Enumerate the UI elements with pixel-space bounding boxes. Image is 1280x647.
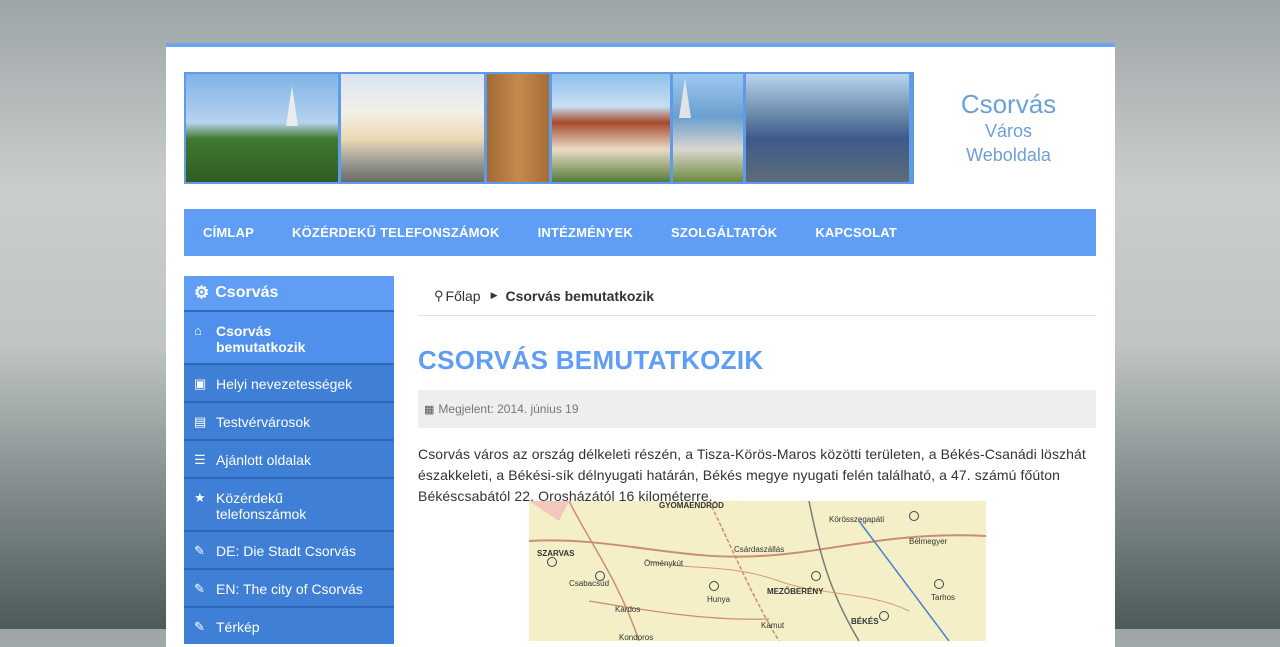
map-label: MEZŐBERÉNY <box>767 587 824 596</box>
caret-right-icon: ▶ <box>490 290 498 300</box>
map-label: Hunya <box>707 595 731 604</box>
site-title[interactable]: Csorvás Város Weboldala <box>926 89 1091 167</box>
sidebar-item-label: Közérdekű telefonszámok <box>216 490 307 522</box>
breadcrumb: ⚲ Főlap ▶ Csorvás bemutatkozik <box>418 276 1096 316</box>
pencil-icon: ✎ <box>194 581 205 596</box>
map-label: Örménykút <box>644 559 684 568</box>
list-icon: ☰ <box>194 452 206 467</box>
pavilion-photo <box>552 74 670 182</box>
map-label: GYOMAENDRŐD <box>659 501 724 510</box>
nav-item-cimlap[interactable]: CÍMLAP <box>184 225 273 240</box>
sidebar-item-label: Testvérvárosok <box>216 414 311 430</box>
sidebar-item-label: Helyi nevezetességek <box>216 376 353 392</box>
nav-item-providers[interactable]: SZOLGÁLTATÓK <box>652 225 796 240</box>
pencil-icon: ✎ <box>194 619 205 634</box>
region-map-image[interactable]: GYOMAENDRŐD Körösszegapáti SZARVAS Örmén… <box>529 501 986 641</box>
site-title-line3: Weboldala <box>966 145 1051 165</box>
map-label: Tarhos <box>931 593 956 602</box>
site-title-line1: Csorvás <box>960 89 1057 119</box>
parade-photo <box>746 74 909 182</box>
sidebar-item-bemutatkozik[interactable]: ⌂ Csorvás bemutatkozik <box>184 310 394 363</box>
town-hall-photo <box>341 74 484 182</box>
sidebar-heading: ⚙ Csorvás <box>184 276 394 310</box>
nav-item-phone-numbers[interactable]: KÖZÉRDEKŰ TELEFONSZÁMOK <box>273 225 519 240</box>
page-container: Csorvás Város Weboldala CÍMLAP KÖZÉRDEKŰ… <box>166 43 1115 647</box>
publish-info: ▦ Megjelent: 2014. június 19 <box>418 390 1096 428</box>
breadcrumb-home-link[interactable]: Főlap <box>446 288 481 304</box>
sidebar-item-terkep[interactable]: ✎ Térkép <box>184 606 394 644</box>
nav-item-institutions[interactable]: INTÉZMÉNYEK <box>519 225 652 240</box>
sidebar-item-label: Térkép <box>216 619 260 635</box>
map-label: Kondoros <box>619 633 654 641</box>
publish-date: Megjelent: 2014. június 19 <box>438 402 579 416</box>
sidebar-heading-label: Csorvás <box>215 284 279 301</box>
main-content: ⚲ Főlap ▶ Csorvás bemutatkozik CSORVÁS B… <box>418 276 1096 641</box>
map-label: Csabacsüd <box>569 579 610 588</box>
star-icon: ★ <box>194 490 206 505</box>
header-banner-photos <box>184 72 914 184</box>
home-icon: ⌂ <box>194 323 202 338</box>
sidebar-item-label: DE: Die Stadt Csorvás <box>216 543 357 559</box>
map-marker-icon: ⚲ <box>434 287 444 303</box>
sidebar-item-en[interactable]: ✎ EN: The city of Csorvás <box>184 568 394 606</box>
map-label: Körösszegapáti <box>829 515 885 524</box>
map-label: BÉKÉS <box>851 617 879 626</box>
article-paragraph: Csorvás város az ország délkeleti részén… <box>418 446 1086 504</box>
statue-photo <box>673 74 743 182</box>
sidebar-item-label: Csorvás bemutatkozik <box>216 323 306 355</box>
pencil-icon: ✎ <box>194 543 205 558</box>
wood-carving-photo <box>487 74 549 182</box>
church-photo <box>186 74 338 182</box>
sidebar-item-testvervarosok[interactable]: ▤ Testvérvárosok <box>184 401 394 439</box>
sidebar-item-label: EN: The city of Csorvás <box>216 581 363 597</box>
site-title-line2: Város <box>984 121 1033 141</box>
map-label: Csárdaszállás <box>734 545 785 554</box>
main-nav: CÍMLAP KÖZÉRDEKŰ TELEFONSZÁMOK INTÉZMÉNY… <box>184 209 1096 256</box>
camera-icon: ▣ <box>194 376 207 391</box>
sidebar: ⚙ Csorvás ⌂ Csorvás bemutatkozik ▣ Helyi… <box>184 276 394 644</box>
sidebar-item-nevezetessegek[interactable]: ▣ Helyi nevezetességek <box>184 363 394 401</box>
sidebar-item-de[interactable]: ✎ DE: Die Stadt Csorvás <box>184 530 394 568</box>
sidebar-item-ajanlott-oldalak[interactable]: ☰ Ajánlott oldalak <box>184 439 394 477</box>
sidebar-item-telefonszamok[interactable]: ★ Közérdekű telefonszámok <box>184 477 394 530</box>
map-label: Kardos <box>615 605 641 614</box>
calendar-icon: ▦ <box>424 403 435 416</box>
sidebar-item-label: Ajánlott oldalak <box>216 452 311 468</box>
shopping-bag-icon: ▤ <box>194 414 207 429</box>
page-title[interactable]: CSORVÁS BEMUTATKOZIK <box>418 345 1096 376</box>
breadcrumb-current: Csorvás bemutatkozik <box>505 287 655 304</box>
map-label: Bélmegyer <box>909 537 948 546</box>
nav-item-contact[interactable]: KAPCSOLAT <box>796 225 916 240</box>
map-label: SZARVAS <box>537 549 575 558</box>
gear-icon: ⚙ <box>194 283 210 302</box>
